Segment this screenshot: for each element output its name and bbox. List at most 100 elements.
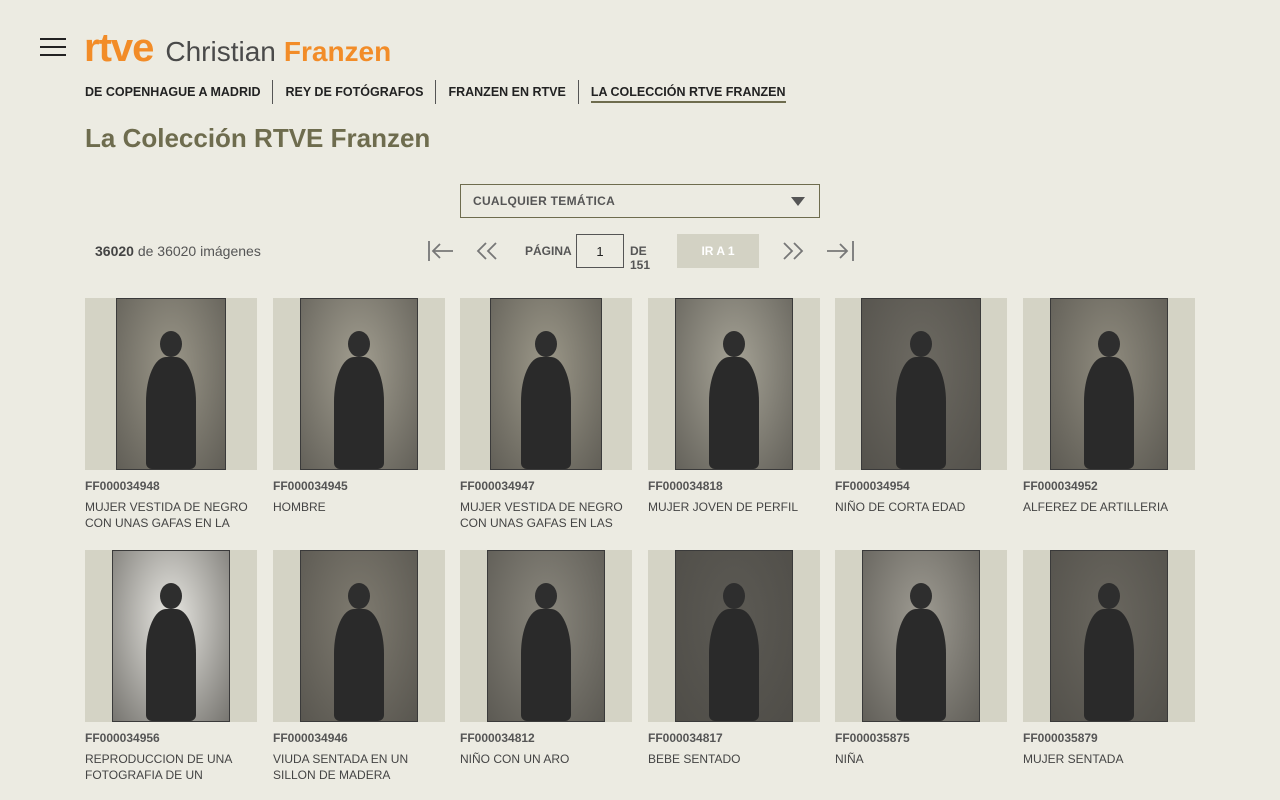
photo-card[interactable]: FF000034956 REPRODUCCION DE UNA FOTOGRAFI… — [85, 550, 257, 783]
photo-image — [861, 298, 981, 470]
photo-code: FF000034945 — [273, 479, 348, 493]
photo-title: MUJER VESTIDA DE NEGRO CON UNAS GAFAS EN… — [85, 500, 248, 530]
photo-card[interactable]: FF000034948 MUJER VESTIDA DE NEGRO CON UN… — [85, 298, 257, 531]
photo-title: MUJER JOVEN DE PERFIL — [648, 500, 799, 514]
theme-select[interactable]: CUALQUIER TEMÁTICA — [460, 184, 820, 218]
portrait-figure-head — [910, 583, 932, 609]
result-count: 36020 de 36020 imágenes — [95, 243, 261, 259]
photo-thumbnail[interactable] — [648, 298, 820, 470]
photo-title: MUJER VESTIDA DE NEGRO CON UNAS GAFAS EN… — [460, 500, 623, 530]
portrait-figure-head — [1098, 331, 1120, 357]
photo-title: HOMBRE — [273, 500, 326, 514]
chevron-down-icon — [791, 197, 805, 206]
portrait-figure-body — [146, 357, 196, 469]
portrait-figure-head — [160, 331, 182, 357]
photo-image — [116, 298, 226, 470]
portrait-figure-head — [535, 331, 557, 357]
photo-code: FF000035875 — [835, 731, 910, 745]
photo-code: FF000034812 — [460, 731, 535, 745]
photo-thumbnail[interactable] — [85, 298, 257, 470]
portrait-figure-body — [146, 609, 196, 721]
portrait-figure-body — [521, 357, 571, 469]
portrait-figure-head — [723, 331, 745, 357]
result-count-total: de 36020 imágenes — [137, 243, 261, 259]
photo-image — [112, 550, 230, 722]
page-total-label: DE 151 — [630, 244, 651, 272]
go-to-page-button[interactable]: IR A 1 — [677, 234, 759, 268]
photo-card[interactable]: FF000034812 NIÑO CON UN ARO — [460, 550, 632, 767]
photo-thumbnail[interactable] — [1023, 550, 1195, 722]
photo-thumbnail[interactable] — [273, 550, 445, 722]
portrait-figure-body — [1084, 357, 1134, 469]
photo-thumbnail[interactable] — [835, 298, 1007, 470]
photo-thumbnail[interactable] — [835, 550, 1007, 722]
photo-image — [490, 298, 602, 470]
result-count-shown: 36020 — [95, 243, 134, 259]
photo-card[interactable]: FF000034945 HOMBRE — [273, 298, 445, 515]
portrait-figure-head — [348, 583, 370, 609]
page-title: La Colección RTVE Franzen — [85, 123, 431, 153]
photo-title: MUJER SENTADA — [1023, 752, 1124, 766]
nav-item-coleccion[interactable]: LA COLECCIÓN RTVE FRANZEN — [579, 80, 798, 104]
photo-code: FF000034947 — [460, 479, 535, 493]
photo-title: BEBE SENTADO — [648, 752, 741, 766]
portrait-figure-head — [535, 583, 557, 609]
portrait-figure-head — [1098, 583, 1120, 609]
portrait-figure-body — [709, 609, 759, 721]
rtve-logo[interactable]: rtve — [84, 26, 154, 70]
photo-image — [862, 550, 980, 722]
page-number-input[interactable] — [576, 234, 624, 268]
photo-thumbnail[interactable] — [460, 550, 632, 722]
portrait-figure-body — [896, 609, 946, 721]
photo-image — [1050, 298, 1168, 470]
site-title-last: Franzen — [283, 36, 392, 67]
photo-card[interactable]: FF000034818 MUJER JOVEN DE PERFIL — [648, 298, 820, 515]
nav-item-copenhague[interactable]: DE COPENHAGUE A MADRID — [85, 80, 274, 104]
nav-item-franzen-en-rtve[interactable]: FRANZEN EN RTVE — [436, 80, 579, 104]
photo-image — [675, 298, 793, 470]
site-title-first: Christian — [165, 36, 276, 67]
nav-item-rey[interactable]: REY DE FOTÓGRAFOS — [273, 80, 437, 104]
photo-title: NIÑO DE CORTA EDAD — [835, 500, 966, 514]
photo-code: FF000034818 — [648, 479, 723, 493]
photo-card[interactable]: FF000034952 ALFEREZ DE ARTILLERIA — [1023, 298, 1195, 515]
previous-page-icon[interactable] — [470, 234, 504, 268]
photo-code: FF000034956 — [85, 731, 160, 745]
photo-image — [300, 298, 418, 470]
photo-title: ALFEREZ DE ARTILLERIA — [1023, 500, 1169, 514]
photo-title: NIÑO CON UN ARO — [460, 752, 570, 766]
photo-title: VIUDA SENTADA EN UN SILLON DE MADERA LAB… — [273, 752, 409, 782]
last-page-icon[interactable] — [824, 234, 858, 268]
photo-thumbnail[interactable] — [85, 550, 257, 722]
photo-card[interactable]: FF000035879 MUJER SENTADA — [1023, 550, 1195, 767]
photo-code: FF000034946 — [273, 731, 348, 745]
photo-title: REPRODUCCION DE UNA FOTOGRAFIA DE UN HOM… — [85, 752, 232, 782]
site-header[interactable]: rtve Christian Franzen — [84, 26, 391, 70]
menu-icon[interactable] — [40, 38, 66, 58]
photo-thumbnail[interactable] — [273, 298, 445, 470]
portrait-figure-body — [521, 609, 571, 721]
portrait-figure-body — [1084, 609, 1134, 721]
portrait-figure-body — [334, 609, 384, 721]
photo-card[interactable]: FF000034954 NIÑO DE CORTA EDAD — [835, 298, 1007, 515]
main-nav: DE COPENHAGUE A MADRID REY DE FOTÓGRAFOS… — [85, 80, 798, 104]
photo-code: FF000034954 — [835, 479, 910, 493]
next-page-icon[interactable] — [776, 234, 810, 268]
photo-image — [1050, 550, 1168, 722]
theme-select-value: CUALQUIER TEMÁTICA — [473, 194, 616, 208]
photo-image — [300, 550, 418, 722]
photo-card[interactable]: FF000034947 MUJER VESTIDA DE NEGRO CON UN… — [460, 298, 632, 531]
photo-card[interactable]: FF000034817 BEBE SENTADO — [648, 550, 820, 767]
portrait-figure-body — [334, 357, 384, 469]
photo-thumbnail[interactable] — [460, 298, 632, 470]
first-page-icon[interactable] — [422, 234, 456, 268]
photo-thumbnail[interactable] — [1023, 298, 1195, 470]
photo-code: FF000034948 — [85, 479, 160, 493]
page-label: PÁGINA — [525, 244, 572, 258]
photo-card[interactable]: FF000035875 NIÑA — [835, 550, 1007, 767]
photo-code: FF000034817 — [648, 731, 723, 745]
photo-code: FF000035879 — [1023, 731, 1098, 745]
photo-card[interactable]: FF000034946 VIUDA SENTADA EN UN SILLON DE… — [273, 550, 445, 783]
photo-thumbnail[interactable] — [648, 550, 820, 722]
portrait-figure-body — [709, 357, 759, 469]
